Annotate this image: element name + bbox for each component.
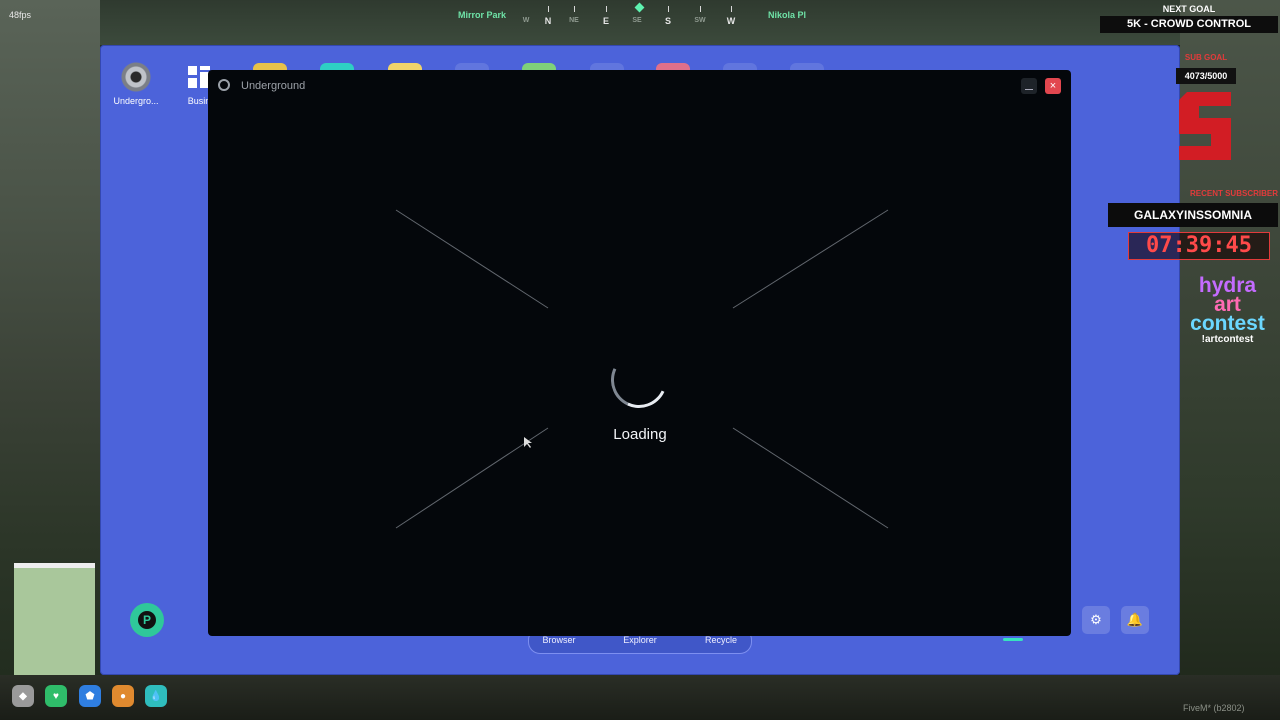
compass-n: N bbox=[544, 16, 552, 26]
art-contest-banner: hydra art contest bbox=[1180, 275, 1275, 335]
health-status-icon: ♥ bbox=[45, 685, 67, 707]
app-window-underground: Underground × Loading bbox=[208, 70, 1071, 636]
compass-w-faint: W bbox=[522, 17, 530, 24]
p-logo-icon: P bbox=[138, 611, 156, 629]
notifications-button[interactable]: 🔔 bbox=[1121, 606, 1149, 634]
launcher-button[interactable]: P bbox=[130, 603, 164, 637]
compass-e: E bbox=[602, 16, 609, 26]
next-goal-value: 5K - CROWD CONTROL bbox=[1100, 16, 1278, 33]
active-indicator bbox=[1003, 638, 1023, 641]
compass-bar: Mirror Park Nikola Pl W N NE E SE S SW W bbox=[440, 2, 840, 30]
taskbar-recycle[interactable]: Recycle bbox=[691, 635, 751, 645]
compass-se: SE bbox=[632, 17, 642, 24]
desktop-icon-label: Undergro... bbox=[113, 96, 159, 106]
settings-button[interactable]: ⚙ bbox=[1082, 606, 1110, 634]
recent-subscriber-label: RECENT SUBSCRIBER bbox=[1189, 189, 1278, 198]
taskbar-explorer[interactable]: Explorer bbox=[610, 635, 670, 645]
taskbar-browser[interactable]: Browser bbox=[529, 635, 589, 645]
fps-counter: 48fps bbox=[9, 10, 32, 20]
waypoint-marker-icon bbox=[634, 2, 645, 13]
thirst-status-icon: 💧 bbox=[145, 685, 167, 707]
desktop-icon-underground[interactable]: Undergro... bbox=[108, 62, 164, 106]
art-contest-command: !artcontest bbox=[1201, 334, 1254, 345]
turbo-icon bbox=[121, 62, 151, 92]
stream-timer: 07:39:45 bbox=[1128, 232, 1270, 260]
mouse-cursor-icon bbox=[524, 437, 532, 448]
bell-icon: 🔔 bbox=[1126, 612, 1144, 627]
compass-w: W bbox=[726, 16, 736, 26]
fivem-watermark: FiveM* (b2802) bbox=[1183, 703, 1245, 713]
compass-s: S bbox=[664, 16, 671, 26]
sub-goal-progress: 4073/5000 bbox=[1176, 68, 1236, 84]
streamer-logo-icon bbox=[1179, 92, 1231, 160]
street-left: Mirror Park bbox=[458, 10, 507, 20]
minimap bbox=[14, 563, 95, 675]
game-world-bottom bbox=[0, 675, 1280, 720]
compass-ne: NE bbox=[569, 17, 579, 24]
armor-status-icon: ◆ bbox=[12, 685, 34, 707]
gear-icon: ⚙ bbox=[1090, 612, 1102, 627]
street-right: Nikola Pl bbox=[768, 10, 807, 20]
hunger-status-icon: ● bbox=[112, 685, 134, 707]
recent-subscriber-name: GALAXYINSSOMNIA bbox=[1108, 203, 1278, 227]
next-goal-label: NEXT GOAL bbox=[1162, 4, 1216, 14]
loading-text: Loading bbox=[613, 426, 667, 443]
compass-sw: SW bbox=[694, 17, 706, 24]
sub-goal-label: SUB GOAL bbox=[1184, 53, 1228, 62]
shield-status-icon: ⬟ bbox=[79, 685, 101, 707]
contest-word: contest bbox=[1190, 312, 1265, 335]
